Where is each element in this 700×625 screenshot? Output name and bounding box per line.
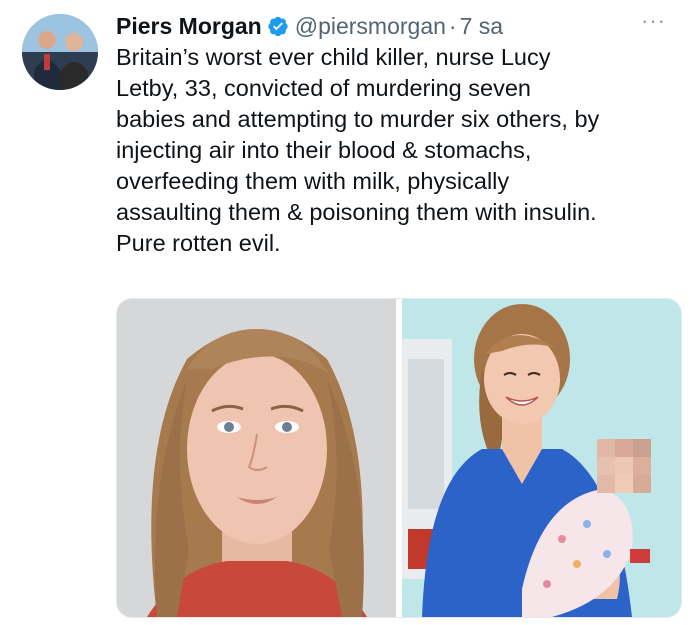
author-handle[interactable]: @piersmorgan bbox=[295, 12, 446, 40]
tweet-header: Piers Morgan @piersmorgan · 7 sa bbox=[116, 12, 503, 40]
tweet-text-line: Letby, 33, convicted of murdering seven bbox=[116, 75, 531, 101]
display-name[interactable]: Piers Morgan bbox=[116, 12, 262, 40]
timestamp[interactable]: 7 sa bbox=[460, 12, 503, 40]
more-options-icon[interactable]: ··· bbox=[641, 8, 666, 34]
tweet-text: Britain’s worst ever child killer, nurse… bbox=[116, 42, 686, 259]
verified-badge-icon[interactable] bbox=[267, 15, 289, 37]
tweet-media bbox=[116, 298, 682, 618]
tweet-text-line: Pure rotten evil. bbox=[116, 230, 281, 256]
nurse-holding-baby-photo[interactable] bbox=[402, 299, 681, 617]
separator-dot: · bbox=[448, 13, 457, 39]
tweet-text-line: injecting air into their blood & stomach… bbox=[116, 137, 532, 163]
tweet-text-line: overfeeding them with milk, physically bbox=[116, 168, 510, 194]
tweet-text-line: assaulting them & poisoning them with in… bbox=[116, 199, 597, 225]
avatar-photo-icon bbox=[22, 14, 98, 90]
author-avatar[interactable] bbox=[22, 14, 98, 90]
mugshot-photo[interactable] bbox=[117, 299, 396, 617]
tweet-text-line: babies and attempting to murder six othe… bbox=[116, 106, 600, 132]
tweet-text-line: Britain’s worst ever child killer, nurse… bbox=[116, 44, 551, 70]
tweet[interactable]: Piers Morgan @piersmorgan · 7 sa ··· Bri… bbox=[0, 0, 700, 625]
